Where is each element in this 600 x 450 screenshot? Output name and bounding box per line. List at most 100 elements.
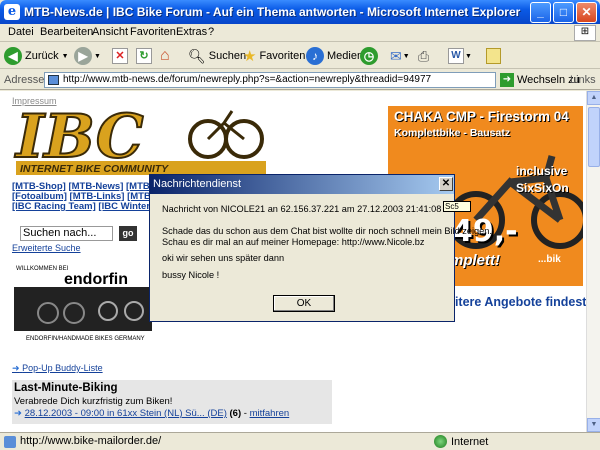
mail-button[interactable]: ✉ ▼ <box>390 45 410 67</box>
extended-search-link[interactable]: Erweiterte Suche <box>12 243 81 253</box>
site-search-go-button[interactable]: go <box>119 226 137 241</box>
windows-logo-icon: ⊞ <box>574 25 596 41</box>
address-label: Adresse <box>4 74 45 86</box>
go-arrow-icon: ➜ <box>500 73 514 87</box>
scroll-up-icon[interactable]: ▲ <box>587 91 600 105</box>
separator: - <box>241 408 250 419</box>
status-bar: http://www.bike-mailorder.de/ Internet <box>0 432 600 450</box>
endorfin-banner[interactable]: WILLKOMMEN BEI endorfin ENDORFIN/HANDMAD… <box>12 261 154 343</box>
back-button[interactable]: ◀ Zurück ▼ <box>4 45 69 67</box>
more-offers-link[interactable]: eitere Angebote findest <box>448 295 586 309</box>
dialog-title-bar[interactable]: Nachrichtendienst <box>150 175 454 194</box>
last-minute-heading: Last-Minute-Biking <box>14 382 118 394</box>
endorfin-tagline: ENDORFIN/HANDMADE BIKES GERMANY <box>26 336 145 342</box>
nav-link-racing-team[interactable]: [IBC Racing Team] <box>12 201 96 212</box>
star-icon: ★ <box>243 48 257 65</box>
dropdown-icon: ▼ <box>94 52 101 60</box>
dialog-message-header: Nachricht von NICOLE21 an 62.156.37.221 … <box>162 204 442 214</box>
ad-inclusive: inclusive <box>516 164 568 178</box>
menu-favoriten[interactable]: Favoriten <box>130 26 176 38</box>
go-button[interactable]: ➜ Wechseln zu <box>500 73 580 87</box>
menu-datei[interactable]: Datei <box>8 26 34 38</box>
notes-button[interactable] <box>486 45 501 67</box>
ad-sixsix: SixSixOn <box>516 181 569 195</box>
forward-arrow-icon: ▶ <box>74 47 92 65</box>
nav-link-winterpokal[interactable]: [IBC Winterp <box>98 201 155 212</box>
search-button[interactable]: 🔍︎ Suchen <box>188 45 246 67</box>
back-label: Zurück <box>25 50 59 62</box>
internet-globe-icon <box>434 435 447 448</box>
security-zone: Internet <box>434 435 488 448</box>
media-icon: ♪ <box>306 47 324 65</box>
home-icon: ⌂ <box>160 47 170 64</box>
print-button[interactable]: ⎙ <box>418 45 429 67</box>
forward-button[interactable]: ▶ ▼ <box>74 45 101 67</box>
endorfin-welcome: WILLKOMMEN BEI <box>16 266 69 272</box>
edit-button[interactable]: W ▼ <box>448 45 472 67</box>
close-button[interactable]: ✕ <box>576 2 597 23</box>
popup-buddy-label: Pop-Up Buddy-Liste <box>22 363 103 373</box>
popup-buddy-link[interactable]: ➜ Pop-Up Buddy-Liste <box>12 363 103 374</box>
address-bar: Adresse http://www.mtb-news.de/forum/new… <box>0 70 600 90</box>
scroll-thumb[interactable] <box>588 107 600 167</box>
site-search-input[interactable]: Suchen nach... <box>20 226 113 241</box>
dropdown-icon: ▼ <box>61 52 69 60</box>
menu-ansicht[interactable]: Ansicht <box>92 26 128 38</box>
last-minute-box: Last-Minute-Biking Verabrede Dich kurzfr… <box>12 380 332 424</box>
page-icon <box>48 75 59 85</box>
minimize-button[interactable]: _ <box>530 2 551 23</box>
media-label: Medien <box>327 50 364 62</box>
home-button[interactable]: ⌂ <box>160 45 170 67</box>
menu-bar: Datei Bearbeiten Ansicht Favoriten Extra… <box>0 24 600 42</box>
dialog-title: Nachrichtendienst <box>153 178 242 190</box>
media-button[interactable]: ♪ Medien <box>306 45 363 67</box>
status-url: http://www.bike-mailorder.de/ <box>20 435 162 447</box>
dropdown-icon: ▼ <box>402 52 410 60</box>
history-icon: ◷ <box>360 47 378 65</box>
stop-button[interactable]: ✕ <box>112 45 128 67</box>
menu-help[interactable]: ? <box>208 26 214 38</box>
notes-icon <box>486 48 501 64</box>
search-icon: 🔍︎ <box>188 47 206 64</box>
mail-icon: ✉ <box>390 47 402 64</box>
vertical-scrollbar[interactable]: ▲ ▼ <box>586 91 600 432</box>
ad-brand: ...bik <box>538 254 561 265</box>
logo-subtitle: INTERNET BIKE COMMUNITY <box>20 163 169 175</box>
browser-window: e MTB-News.de | IBC Bike Forum - Auf ein… <box>0 0 600 450</box>
mitfahren-link[interactable]: mitfahren <box>250 408 290 419</box>
ibc-logo[interactable]: IBC INTERNET BIKE COMMUNITY <box>12 105 270 179</box>
menu-extras[interactable]: Extras <box>176 26 207 38</box>
ad-headline: CHAKA CMP - Firestorm 04 <box>394 109 569 124</box>
dialog-message-line: Schau es dir mal an auf meiner Homepage:… <box>162 237 425 247</box>
arrow-icon: ➜ <box>14 408 22 419</box>
ad-subtitle: Komplettbike - Bausatz <box>394 127 511 139</box>
dialog-close-button[interactable]: ✕ <box>439 177 453 191</box>
last-minute-count: (6) <box>229 408 242 419</box>
last-minute-subtitle: Verabrede Dich kurzfristig zum Biken! <box>14 396 173 407</box>
search-label: Suchen <box>208 50 247 62</box>
dropdown-icon: ▼ <box>465 52 472 60</box>
history-button[interactable]: ◷ <box>360 45 378 67</box>
last-minute-entry-link[interactable]: 28.12.2003 - 09:00 in 61xx Stein (NL) Sü… <box>25 408 227 419</box>
dialog-message-line: bussy Nicole ! <box>162 270 220 280</box>
links-button[interactable]: Links <box>570 74 596 86</box>
tooltip: Sc5 <box>443 201 471 212</box>
refresh-button[interactable]: ↻ <box>136 45 152 67</box>
maximize-button[interactable]: □ <box>553 2 574 23</box>
title-bar[interactable]: e MTB-News.de | IBC Bike Forum - Auf ein… <box>0 0 600 24</box>
menu-bearbeiten[interactable]: Bearbeiten <box>40 26 93 38</box>
nav-links: [MTB-Shop] [MTB-News] [MTB-Fo [Fotoalbum… <box>12 182 165 212</box>
address-url: http://www.mtb-news.de/forum/newreply.ph… <box>63 74 432 85</box>
page-icon <box>4 436 16 448</box>
toolbar: ◀ Zurück ▼ ▶ ▼ ✕ ↻ ⌂ 🔍︎ Suchen ★ Favorit… <box>0 43 600 69</box>
endorfin-brand: endorfin <box>64 271 128 288</box>
window-title: MTB-News.de | IBC Bike Forum - Auf ein T… <box>24 5 521 19</box>
favorites-button[interactable]: ★ Favoriten <box>243 45 305 67</box>
arrow-icon: ➜ <box>12 363 20 373</box>
stop-icon: ✕ <box>112 48 128 64</box>
scroll-down-icon[interactable]: ▼ <box>587 418 600 432</box>
messenger-dialog: Nachrichtendienst ✕ Nachricht von NICOLE… <box>149 174 492 322</box>
dialog-ok-button[interactable]: OK <box>273 295 335 312</box>
address-input[interactable]: http://www.mtb-news.de/forum/newreply.ph… <box>44 72 496 88</box>
dialog-message-line: oki wir sehen uns später dann <box>162 253 285 263</box>
